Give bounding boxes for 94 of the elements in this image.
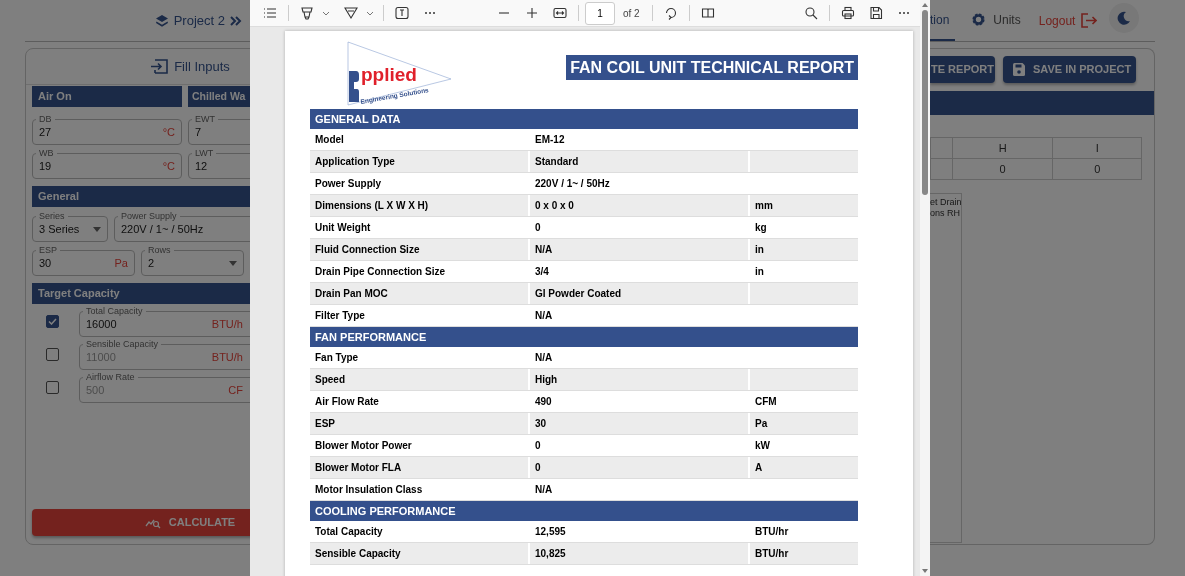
spec-unit: kg	[754, 221, 768, 235]
logo-emblem	[349, 71, 359, 102]
spec-unit: in	[754, 243, 765, 257]
unit-label: °C	[162, 125, 175, 141]
field-label: Sensible Capacity	[85, 339, 160, 350]
spec-value: 10,825	[530, 543, 750, 564]
spec-unit: mm	[754, 199, 774, 213]
input-icon	[150, 59, 169, 74]
pen-icon	[344, 6, 358, 20]
spec-unit: kW	[754, 439, 771, 453]
highlighter-icon	[300, 6, 314, 20]
check-icon	[48, 318, 57, 325]
checkbox[interactable]	[46, 315, 59, 328]
spec-unit: BTU/hr	[754, 547, 790, 561]
unit-label: Pa	[114, 256, 128, 272]
page-count: of 2	[623, 6, 640, 21]
spec-unit: in	[754, 265, 765, 279]
scroll-up-icon[interactable]	[921, 2, 929, 8]
spec-unit: A	[754, 461, 764, 475]
field-label: Power Supply	[120, 211, 178, 222]
section-header: Chilled Wa	[188, 86, 250, 107]
field-label: EWT	[194, 114, 216, 125]
caret-icon	[93, 227, 101, 232]
column-header: I	[1052, 137, 1142, 159]
rotate-icon	[663, 6, 678, 20]
input-field[interactable]: Power Supply 220V / 1~ / 50Hz	[114, 211, 250, 242]
unit-label: BTU/h	[211, 350, 243, 366]
unit-label: BTU/h	[211, 317, 243, 333]
nav-tab[interactable]: Units	[965, 0, 1021, 41]
chevron-icon	[366, 10, 374, 16]
spec-unit: Pa	[754, 417, 769, 431]
column-header: H	[952, 137, 1053, 159]
unit-label: °C	[162, 159, 175, 175]
field-label: Total Capacity	[85, 306, 144, 317]
field-label: WB	[38, 148, 55, 159]
input-field[interactable]: WB 19 °C	[32, 148, 182, 179]
scroll-down-icon[interactable]	[921, 568, 929, 574]
layers-icon	[154, 13, 169, 28]
page-number-field[interactable]: 1	[585, 1, 615, 25]
note-text: ons RH	[930, 208, 960, 219]
note-text: et Drain	[930, 197, 960, 208]
action-button[interactable]: SAVE IN PROJECT	[1003, 56, 1136, 83]
caret-icon	[229, 261, 237, 266]
input-field[interactable]: EWT 7	[188, 114, 250, 145]
checkbox[interactable]	[46, 348, 59, 361]
input-field[interactable]: ESP 30 Pa	[32, 245, 135, 276]
report-title: FAN COIL UNIT TECHNICAL REPORT	[566, 55, 858, 80]
project-name[interactable]: Project 2	[173, 10, 225, 31]
unit-label: CF	[228, 383, 243, 399]
section-header: GENERAL DATA	[310, 109, 858, 129]
text-box-icon	[395, 6, 409, 20]
select-field[interactable]: Series 3 Series	[32, 211, 108, 242]
table-cell: 0	[952, 158, 1053, 180]
theme-toggle[interactable]	[1109, 3, 1140, 33]
field-label: LWT	[194, 148, 215, 159]
checkbox[interactable]	[46, 381, 59, 394]
section-header: General	[32, 186, 250, 207]
logout-button[interactable]: Logout	[1038, 0, 1098, 41]
print-icon	[841, 6, 855, 20]
section-header: FAN PERFORMANCE	[310, 327, 858, 347]
calculate-button[interactable]: CALCULATE	[32, 509, 250, 536]
input-field[interactable]: Total Capacity 16000 BTU/h	[79, 306, 250, 337]
section-header: COOLING PERFORMANCE	[310, 501, 858, 521]
input-field[interactable]: LWT 12	[188, 148, 250, 179]
search-icon	[804, 6, 818, 20]
section-header: Air On	[32, 86, 182, 107]
moon-icon	[1117, 11, 1132, 25]
field-label: DB	[38, 114, 53, 125]
logout-icon	[1081, 13, 1098, 28]
field-label: Series	[38, 211, 66, 222]
save-icon	[1013, 63, 1025, 76]
spec-label: Sensible Capacity	[310, 543, 530, 564]
save-icon	[869, 6, 883, 20]
page-view-icon	[700, 6, 715, 20]
double-chevron-icon[interactable]	[230, 15, 242, 26]
logo-wordmark: pplied	[361, 64, 417, 85]
fit-width-icon	[553, 6, 567, 20]
scrollbar-thumb[interactable]	[922, 10, 928, 195]
card-title: Fill Inputs	[174, 57, 230, 76]
scrollbar[interactable]	[920, 0, 930, 576]
spec-unit: CFM	[754, 395, 778, 409]
spec-unit: BTU/hr	[754, 525, 790, 539]
select-field[interactable]: Rows 2	[141, 245, 244, 276]
action-button[interactable]: TE REPORT	[930, 56, 995, 83]
input-field[interactable]: DB 27 °C	[32, 114, 182, 145]
field-label: Airflow Rate	[85, 372, 136, 383]
plus-icon	[525, 6, 539, 20]
field-label: ESP	[38, 245, 58, 256]
field-label: Rows	[147, 245, 172, 256]
table-cell: 0	[1052, 158, 1142, 180]
section-header: Target Capacity	[32, 283, 250, 304]
chevron-icon	[322, 10, 330, 16]
list-icon	[263, 6, 277, 20]
gear-icon	[971, 12, 987, 27]
